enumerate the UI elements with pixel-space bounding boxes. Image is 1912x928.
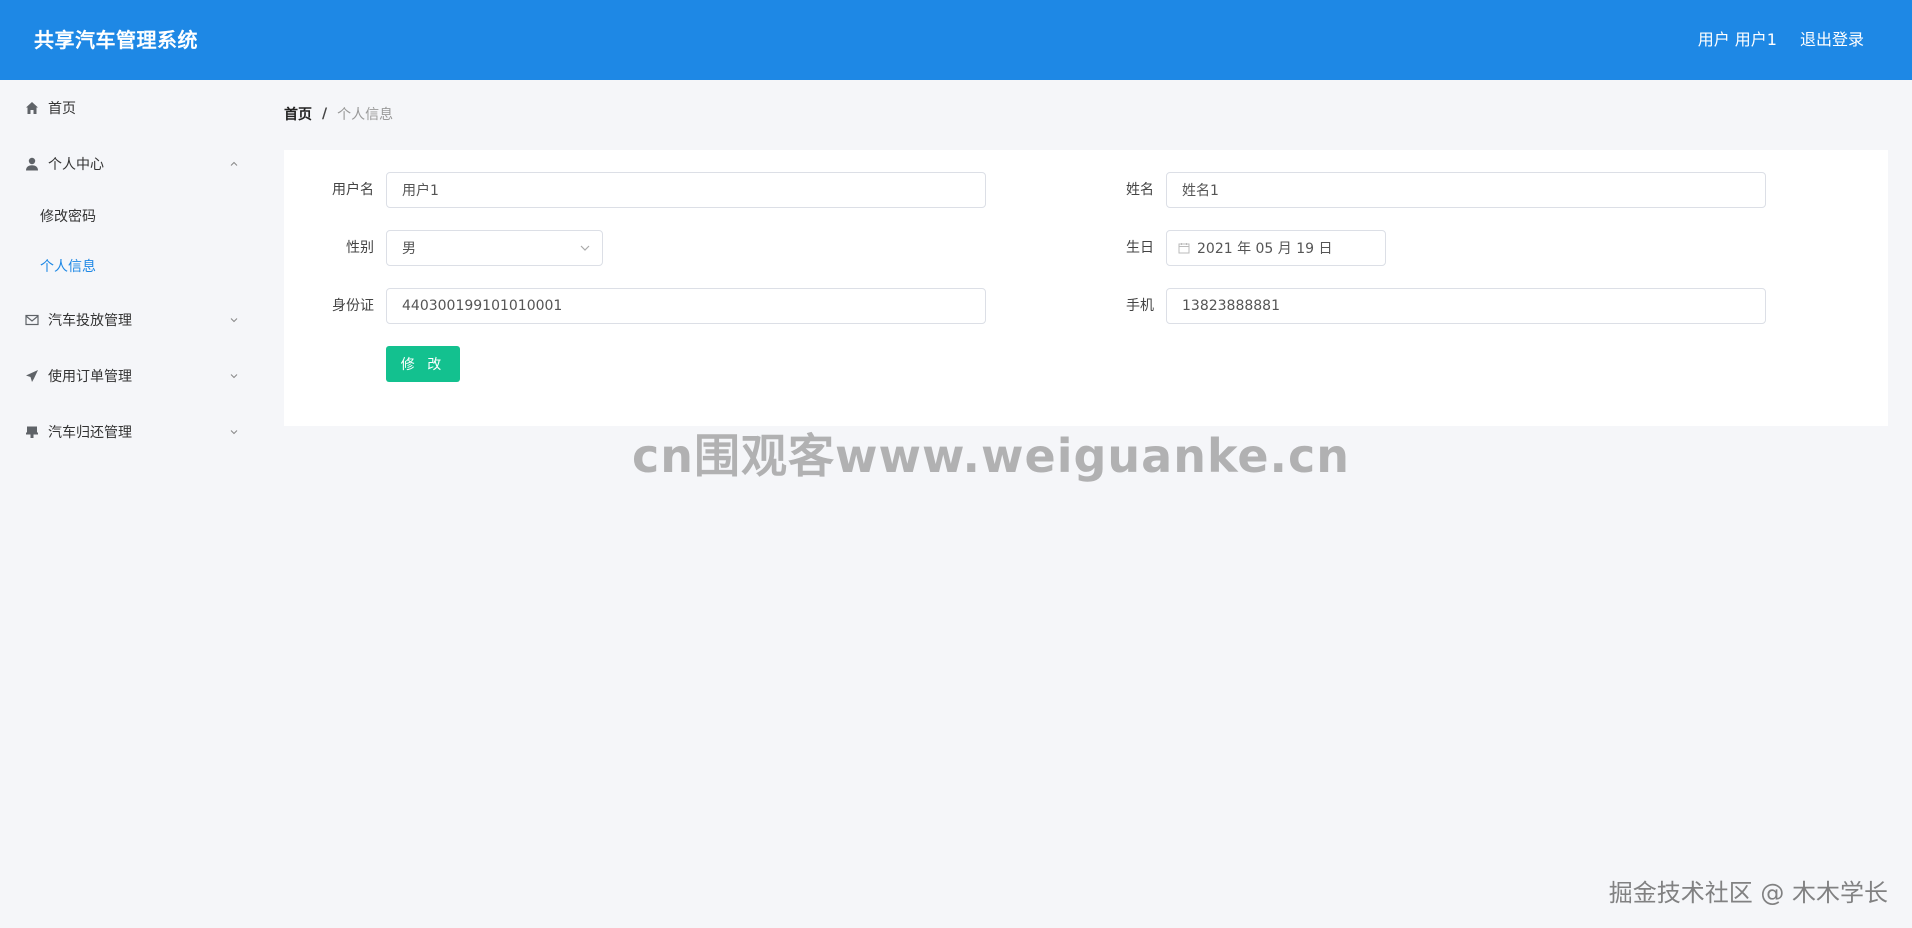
gender-value: 男 [402, 241, 416, 257]
breadcrumb-separator: / [322, 106, 328, 122]
phone-label: 手机 [1126, 298, 1154, 314]
phone-value: 13823888881 [1182, 298, 1280, 314]
id-card-input[interactable]: 440300199101010001 [386, 288, 986, 324]
top-header: 共享汽车管理系统 用户 用户1 退出登录 [0, 0, 1912, 80]
phone-input[interactable]: 13823888881 [1166, 288, 1766, 324]
sidebar-item-label: 个人中心 [48, 157, 104, 173]
sidebar-item-order-management[interactable]: 使用订单管理 [0, 356, 254, 396]
chevron-up-icon [226, 156, 242, 172]
chevron-down-icon [226, 312, 242, 328]
breadcrumb-home-link[interactable]: 首页 [284, 104, 312, 124]
sidebar-item-home[interactable]: 首页 [0, 88, 254, 128]
sidebar-item-car-deployment[interactable]: 汽车投放管理 [0, 300, 254, 340]
username-value: 用户1 [402, 183, 439, 199]
breadcrumb: 首页 / 个人信息 [284, 104, 393, 124]
chevron-down-icon [226, 368, 242, 384]
sidebar-subitem-label: 修改密码 [40, 209, 96, 225]
name-value: 姓名1 [1182, 183, 1219, 199]
sidebar-item-label: 使用订单管理 [48, 369, 132, 385]
gender-select[interactable]: 男 [386, 230, 603, 266]
watermark-center: cn围观客www.weiguanke.cn [632, 429, 1351, 483]
home-icon [24, 100, 40, 116]
user-icon [24, 156, 40, 172]
sidebar-item-return-management[interactable]: 汽车归还管理 [0, 412, 254, 452]
sidebar-item-label: 首页 [48, 101, 76, 117]
sidebar: 首页 个人中心 修改密码 个人信息 汽车投放管理 使用订单管理 汽车归还管理 [0, 80, 254, 928]
modify-button[interactable]: 修 改 [386, 346, 460, 382]
chevron-down-icon [578, 241, 592, 255]
personal-info-form: 用户名 用户1 姓名 姓名1 性别 男 生日 2021 年 05 月 19 日 … [284, 150, 1888, 426]
sidebar-subitem-personal-info[interactable]: 个人信息 [0, 246, 254, 286]
id-card-value: 440300199101010001 [402, 298, 563, 314]
birthday-label: 生日 [1126, 240, 1154, 256]
logout-link[interactable]: 退出登录 [1800, 0, 1900, 80]
username-label: 用户名 [332, 182, 374, 198]
birthday-value: 2021 年 05 月 19 日 [1197, 241, 1333, 257]
name-label: 姓名 [1126, 182, 1154, 198]
chevron-down-icon [226, 424, 242, 440]
gender-label: 性别 [346, 240, 374, 256]
sidebar-item-personal-center[interactable]: 个人中心 [0, 144, 254, 184]
app-title: 共享汽车管理系统 [34, 28, 198, 52]
sidebar-item-label: 汽车归还管理 [48, 425, 132, 441]
current-user-label: 用户 用户1 [1697, 30, 1777, 49]
breadcrumb-current: 个人信息 [337, 107, 394, 123]
sidebar-subitem-label: 个人信息 [40, 259, 96, 275]
mail-icon [24, 312, 40, 328]
sidebar-subitem-change-password[interactable]: 修改密码 [0, 196, 254, 236]
birthday-date-picker[interactable]: 2021 年 05 月 19 日 [1166, 230, 1386, 266]
username-input[interactable]: 用户1 [386, 172, 986, 208]
stamp-icon [24, 424, 40, 440]
sidebar-item-label: 汽车投放管理 [48, 313, 132, 329]
id-card-label: 身份证 [332, 298, 374, 314]
send-icon [24, 368, 40, 384]
name-input[interactable]: 姓名1 [1166, 172, 1766, 208]
calendar-icon [1177, 241, 1191, 255]
watermark-corner: 掘金技术社区 @ 木木学长 [1608, 879, 1888, 907]
